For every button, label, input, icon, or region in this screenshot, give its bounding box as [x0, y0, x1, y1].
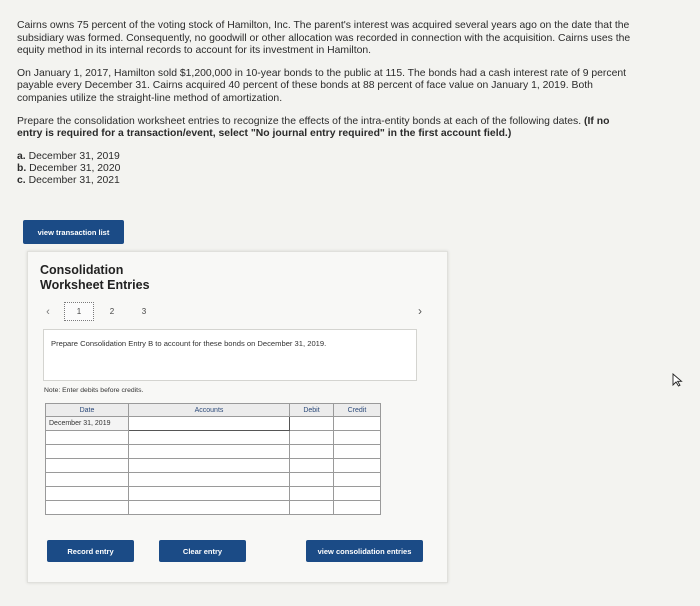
- account-input[interactable]: [128, 472, 290, 487]
- clear-entry-button[interactable]: Clear entry: [159, 540, 246, 562]
- page-3-tab[interactable]: 3: [128, 307, 160, 316]
- debit-input[interactable]: [289, 458, 334, 473]
- view-transaction-list-button[interactable]: view transaction list: [23, 220, 124, 244]
- part-date: December 31, 2021: [28, 175, 120, 187]
- table-row: [45, 444, 381, 459]
- date-cell: [45, 486, 129, 501]
- part-date: December 31, 2019: [28, 150, 120, 162]
- entry-pager: ‹ 1 2 3: [42, 302, 160, 321]
- debit-input[interactable]: [289, 500, 334, 515]
- table-row: [45, 430, 381, 445]
- debit-input[interactable]: [289, 416, 334, 431]
- panel-title-line-1: Consolidation: [40, 263, 124, 277]
- entry-instruction-box: Prepare Consolidation Entry B to account…: [43, 329, 417, 381]
- account-input[interactable]: [128, 430, 290, 445]
- date-cell: [45, 458, 129, 473]
- consolidation-worksheet-panel: Consolidation Worksheet Entries ‹ 1 2 3 …: [27, 251, 448, 583]
- date-cell: [45, 472, 129, 487]
- problem-paragraph-1: Cairns owns 75 percent of the voting sto…: [17, 20, 631, 57]
- credit-input[interactable]: [333, 444, 381, 459]
- debit-input[interactable]: [289, 486, 334, 501]
- debit-credit-note: Note: Enter debits before credits.: [44, 387, 144, 394]
- list-item: c. December 31, 2021: [17, 175, 637, 187]
- journal-entry-table: Date Accounts Debit Credit December 31, …: [45, 403, 381, 515]
- instruction-text: Prepare the consolidation worksheet entr…: [17, 115, 582, 127]
- account-input[interactable]: [128, 500, 290, 515]
- account-input[interactable]: [128, 458, 290, 473]
- credit-input[interactable]: [333, 458, 381, 473]
- table-row: [45, 458, 381, 473]
- view-consolidation-entries-button[interactable]: view consolidation entries: [306, 540, 423, 562]
- account-input[interactable]: [128, 416, 290, 431]
- table-row: December 31, 2019: [45, 416, 381, 431]
- debit-input[interactable]: [289, 472, 334, 487]
- list-item: a. December 31, 2019: [17, 151, 637, 163]
- chevron-right-icon[interactable]: ›: [418, 304, 422, 318]
- debit-input[interactable]: [289, 430, 334, 445]
- part-letter: c.: [17, 175, 26, 187]
- part-letter: a.: [17, 150, 26, 162]
- credit-input[interactable]: [333, 416, 381, 431]
- credit-input[interactable]: [333, 500, 381, 515]
- credit-column-header: Credit: [333, 403, 381, 417]
- panel-title: Consolidation Worksheet Entries: [40, 263, 150, 293]
- credit-input[interactable]: [333, 486, 381, 501]
- debit-input[interactable]: [289, 444, 334, 459]
- table-row: [45, 500, 381, 515]
- record-entry-button[interactable]: Record entry: [47, 540, 134, 562]
- credit-input[interactable]: [333, 472, 381, 487]
- table-row: [45, 486, 381, 501]
- credit-input[interactable]: [333, 430, 381, 445]
- date-column-header: Date: [45, 403, 129, 417]
- page-2-tab[interactable]: 2: [96, 307, 128, 316]
- part-date: December 31, 2020: [29, 162, 121, 174]
- problem-paragraph-3: Prepare the consolidation worksheet entr…: [17, 116, 637, 141]
- account-input[interactable]: [128, 444, 290, 459]
- chevron-left-icon[interactable]: ‹: [42, 306, 54, 318]
- account-input[interactable]: [128, 486, 290, 501]
- date-cell: [45, 430, 129, 445]
- debit-column-header: Debit: [289, 403, 334, 417]
- panel-title-line-2: Worksheet Entries: [40, 278, 150, 292]
- problem-statement: Cairns owns 75 percent of the voting sto…: [17, 20, 637, 187]
- date-cell: [45, 444, 129, 459]
- date-cell: December 31, 2019: [45, 416, 129, 431]
- accounts-column-header: Accounts: [128, 403, 290, 417]
- part-letter: b.: [17, 162, 27, 174]
- table-row: [45, 472, 381, 487]
- list-item: b. December 31, 2020: [17, 163, 637, 175]
- date-parts-list: a. December 31, 2019 b. December 31, 202…: [17, 151, 637, 188]
- problem-paragraph-2: On January 1, 2017, Hamilton sold $1,200…: [17, 67, 627, 104]
- page-1-tab[interactable]: 1: [64, 302, 94, 321]
- mouse-cursor-icon: [672, 373, 683, 387]
- table-header-row: Date Accounts Debit Credit: [45, 403, 381, 417]
- entry-instruction: Prepare Consolidation Entry B to account…: [51, 339, 327, 348]
- date-cell: [45, 500, 129, 515]
